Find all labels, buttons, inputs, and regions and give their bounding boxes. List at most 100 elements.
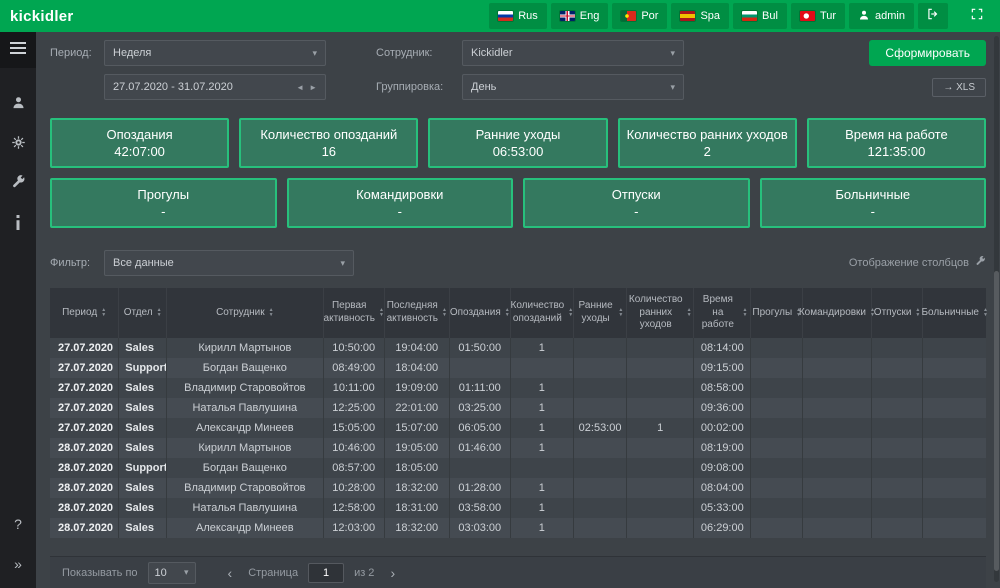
- table-row[interactable]: 28.07.2020SalesАлександр Минеев12:03:001…: [50, 518, 986, 538]
- summary-card: Время на работе121:35:00: [807, 118, 986, 168]
- help-button[interactable]: ?: [0, 504, 36, 544]
- logout-button[interactable]: [918, 3, 948, 29]
- table-cell: 08:14:00: [694, 338, 751, 358]
- column-header[interactable]: Сотрудник: [167, 288, 324, 338]
- sort-icon[interactable]: [568, 308, 573, 317]
- sort-icon[interactable]: [687, 308, 692, 317]
- user-icon: [858, 9, 870, 24]
- table-row[interactable]: 27.07.2020SalesНаталья Павлушина12:25:00…: [50, 398, 986, 418]
- sort-icon[interactable]: [505, 308, 510, 317]
- language-button-bg[interactable]: Bul: [733, 3, 787, 29]
- question-icon: ?: [14, 516, 22, 532]
- sort-icon[interactable]: [157, 308, 162, 317]
- generate-report-button[interactable]: Сформировать: [869, 40, 986, 66]
- column-header[interactable]: Отпуски: [871, 288, 923, 338]
- sidebar-item-settings[interactable]: [0, 122, 36, 162]
- employee-select[interactable]: Kickidler: [462, 40, 684, 66]
- menu-toggle-button[interactable]: [0, 32, 36, 68]
- next-page-button[interactable]: [384, 565, 401, 581]
- sort-icon[interactable]: [379, 308, 384, 317]
- column-header[interactable]: Больничные: [923, 288, 986, 338]
- table-cell: Sales: [119, 478, 167, 498]
- table-cell: [923, 478, 986, 498]
- fullscreen-button[interactable]: [962, 3, 992, 29]
- prev-page-button[interactable]: [222, 565, 239, 581]
- attendance-table: ПериодОтделСотрудникПервая активностьПос…: [50, 288, 986, 538]
- column-header[interactable]: Последняя активность: [384, 288, 449, 338]
- summary-card-value: -: [398, 204, 402, 219]
- column-header[interactable]: Количество опозданий: [510, 288, 573, 338]
- sidebar-item-employees[interactable]: [0, 82, 36, 122]
- period-label: Период:: [50, 47, 96, 59]
- column-header[interactable]: Ранние уходы: [573, 288, 626, 338]
- scrollbar-thumb[interactable]: [994, 271, 999, 571]
- grouping-select[interactable]: День: [462, 74, 684, 100]
- sidebar-item-info[interactable]: [0, 202, 36, 242]
- table-cell: 01:46:00: [449, 438, 510, 458]
- export-xls-button[interactable]: → XLS: [932, 78, 986, 97]
- sort-icon[interactable]: [269, 308, 274, 317]
- chevron-down-icon: [184, 567, 189, 578]
- table-row[interactable]: 28.07.2020SalesВладимир Старовойтов10:28…: [50, 478, 986, 498]
- summary-card-value: 42:07:00: [114, 144, 165, 159]
- table-cell: [871, 378, 923, 398]
- table-row[interactable]: 27.07.2020SalesАлександр Минеев15:05:001…: [50, 418, 986, 438]
- sort-icon[interactable]: [915, 308, 920, 317]
- summary-row-2: Прогулы-Командировки-Отпуски-Больничные-: [50, 178, 986, 228]
- column-header[interactable]: Количество ранних уходов: [627, 288, 694, 338]
- column-header[interactable]: Период: [50, 288, 119, 338]
- language-switcher: RusEngPorSpaBulTur: [485, 3, 845, 29]
- column-header-label: Командировки: [799, 307, 866, 320]
- sort-icon[interactable]: [983, 308, 988, 317]
- next-date-arrow[interactable]: [309, 83, 317, 92]
- table-cell: Богдан Ващенко: [167, 358, 324, 378]
- chevron-down-icon: [670, 82, 675, 93]
- sort-icon[interactable]: [442, 308, 447, 317]
- table-cell: [573, 338, 626, 358]
- user-menu-button[interactable]: admin: [849, 3, 914, 29]
- main-content: Период: Неделя Сотрудник: Kickidler Сфор…: [36, 32, 1000, 588]
- scrollbar[interactable]: [994, 36, 999, 582]
- table-cell: Наталья Павлушина: [167, 498, 324, 518]
- column-header[interactable]: Командировки: [803, 288, 872, 338]
- summary-card-value: 121:35:00: [867, 144, 925, 159]
- table-cell: Support: [119, 358, 167, 378]
- table-cell: 28.07.2020: [50, 478, 119, 498]
- table-row[interactable]: 27.07.2020SupportБогдан Ващенко08:49:001…: [50, 358, 986, 378]
- language-button-es[interactable]: Spa: [671, 3, 729, 29]
- column-header[interactable]: Первая активность: [323, 288, 384, 338]
- prev-date-arrow[interactable]: [296, 83, 304, 92]
- sidebar-item-reports[interactable]: [0, 162, 36, 202]
- table-row[interactable]: 28.07.2020SalesНаталья Павлушина12:58:00…: [50, 498, 986, 518]
- table-row[interactable]: 27.07.2020SalesКирилл Мартынов10:50:0019…: [50, 338, 986, 358]
- column-settings-button[interactable]: Отображение столбцов: [849, 256, 986, 270]
- column-header[interactable]: Прогулы: [751, 288, 803, 338]
- table-cell: 18:04:00: [384, 358, 449, 378]
- column-header[interactable]: Время на работе: [694, 288, 751, 338]
- period-select[interactable]: Неделя: [104, 40, 326, 66]
- table-row[interactable]: 28.07.2020SupportБогдан Ващенко08:57:001…: [50, 458, 986, 478]
- data-filter-select[interactable]: Все данные: [104, 250, 354, 276]
- column-header[interactable]: Опоздания: [449, 288, 510, 338]
- table-row[interactable]: 28.07.2020SalesКирилл Мартынов10:46:0019…: [50, 438, 986, 458]
- table-cell: 12:58:00: [323, 498, 384, 518]
- language-button-en[interactable]: Eng: [551, 3, 609, 29]
- page-size-select[interactable]: 10: [148, 562, 196, 584]
- language-button-ru[interactable]: Rus: [489, 3, 547, 29]
- table-cell: [871, 338, 923, 358]
- table-cell: 08:57:00: [323, 458, 384, 478]
- page-number-input[interactable]: [308, 563, 344, 583]
- table-row[interactable]: 27.07.2020SalesВладимир Старовойтов10:11…: [50, 378, 986, 398]
- collapse-sidebar-button[interactable]: »: [0, 544, 36, 584]
- table-cell: 05:33:00: [694, 498, 751, 518]
- language-button-pt[interactable]: Por: [612, 3, 667, 29]
- column-header[interactable]: Отдел: [119, 288, 167, 338]
- sort-icon[interactable]: [743, 308, 748, 317]
- data-filter-label: Фильтр:: [50, 257, 90, 269]
- language-button-tr[interactable]: Tur: [791, 3, 845, 29]
- table-cell: 08:49:00: [323, 358, 384, 378]
- date-range-field[interactable]: 27.07.2020 - 31.07.2020: [104, 74, 326, 100]
- sort-icon[interactable]: [101, 308, 106, 317]
- kickidler-report-app: kickidler RusEngPorSpaBulTur admin: [0, 0, 1000, 588]
- sort-icon[interactable]: [618, 308, 623, 317]
